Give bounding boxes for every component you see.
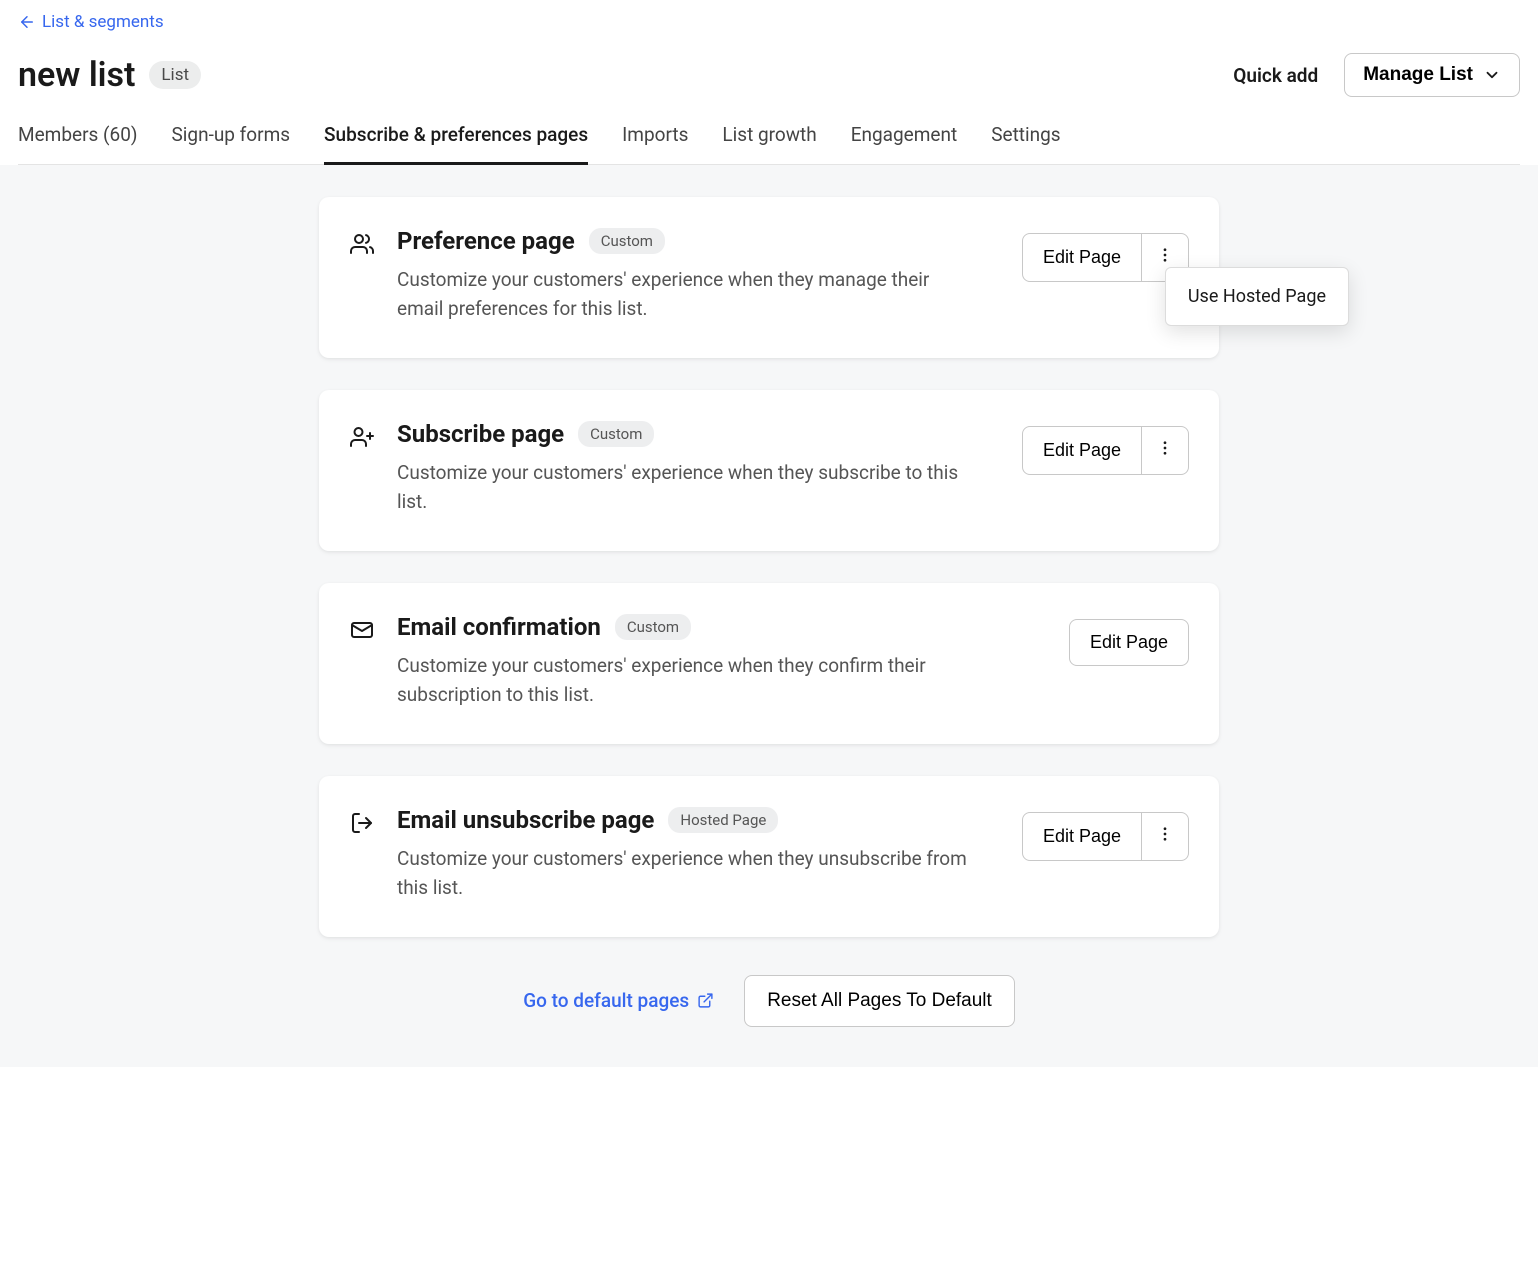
card-tag: Custom <box>589 228 665 254</box>
tab-settings[interactable]: Settings <box>991 123 1060 165</box>
go-to-default-pages-link[interactable]: Go to default pages <box>523 989 714 1012</box>
card-actions: Edit Page <box>1069 619 1189 666</box>
dots-vertical-icon <box>1156 439 1174 462</box>
card-email-unsubscribe-page: Email unsubscribe page Hosted Page Customi… <box>319 776 1219 937</box>
card-subscribe-page: Subscribe page Custom Customize your custo… <box>319 390 1219 551</box>
card-email-confirmation: Email confirmation Custom Customize your c… <box>319 583 1219 744</box>
edit-page-button[interactable]: Edit Page <box>1022 426 1142 475</box>
card-tag: Custom <box>615 614 691 640</box>
person-plus-icon <box>349 424 375 450</box>
card-actions: Edit Page <box>1022 812 1189 861</box>
card-description: Customize your customers' experience whe… <box>397 651 977 710</box>
arrow-left-icon <box>18 13 36 31</box>
dots-vertical-icon <box>1156 825 1174 848</box>
card-preference-page: Preference page Custom Customize your cust… <box>319 197 1219 358</box>
breadcrumb[interactable]: List & segments <box>18 12 164 32</box>
quick-add-button[interactable]: Quick add <box>1233 64 1318 87</box>
card-description: Customize your customers' experience whe… <box>397 458 977 517</box>
card-body: Subscribe page Custom Customize your custo… <box>397 420 1000 517</box>
manage-list-label: Manage List <box>1363 64 1473 86</box>
edit-page-button[interactable]: Edit Page <box>1022 233 1142 282</box>
card-more-menu: Use Hosted Page <box>1165 267 1349 326</box>
chevron-down-icon <box>1483 66 1501 84</box>
card-more-button[interactable] <box>1142 812 1189 861</box>
card-tag: Hosted Page <box>668 807 778 833</box>
manage-list-button[interactable]: Manage List <box>1344 53 1520 97</box>
card-body: Email confirmation Custom Customize your c… <box>397 613 1047 710</box>
card-body: Email unsubscribe page Hosted Page Customi… <box>397 806 1000 903</box>
envelope-icon <box>349 617 375 643</box>
card-title: Subscribe page <box>397 420 564 448</box>
card-more-button[interactable] <box>1142 426 1189 475</box>
list-badge: List <box>149 61 201 89</box>
tab-engagement[interactable]: Engagement <box>851 123 958 165</box>
card-actions: Edit Page <box>1022 233 1189 282</box>
exit-icon <box>349 810 375 836</box>
tabs: Members (60) Sign-up forms Subscribe & pre… <box>18 123 1520 165</box>
card-actions: Edit Page <box>1022 426 1189 475</box>
tab-imports[interactable]: Imports <box>622 123 688 165</box>
card-description: Customize your customers' experience whe… <box>397 844 977 903</box>
menu-item-use-hosted-page[interactable]: Use Hosted Page <box>1188 286 1326 307</box>
tab-members-60[interactable]: Members (60) <box>18 123 138 165</box>
card-title: Email unsubscribe page <box>397 806 654 834</box>
card-description: Customize your customers' experience whe… <box>397 265 977 324</box>
edit-page-button[interactable]: Edit Page <box>1069 619 1189 666</box>
tab-list-growth[interactable]: List growth <box>722 123 816 165</box>
people-icon <box>349 231 375 257</box>
card-tag: Custom <box>578 421 654 447</box>
edit-page-button[interactable]: Edit Page <box>1022 812 1142 861</box>
card-body: Preference page Custom Customize your cust… <box>397 227 1000 324</box>
dots-vertical-icon <box>1156 246 1174 269</box>
tab-sign-up-forms[interactable]: Sign-up forms <box>172 123 291 165</box>
default-pages-label: Go to default pages <box>523 989 689 1012</box>
card-title: Preference page <box>397 227 575 255</box>
reset-all-button[interactable]: Reset All Pages To Default <box>744 975 1015 1027</box>
breadcrumb-label: List & segments <box>42 12 164 32</box>
external-link-icon <box>697 992 714 1009</box>
card-title: Email confirmation <box>397 613 601 641</box>
tab-subscribe-preferences-pages[interactable]: Subscribe & preferences pages <box>324 123 588 165</box>
page-title: new list <box>18 55 135 95</box>
